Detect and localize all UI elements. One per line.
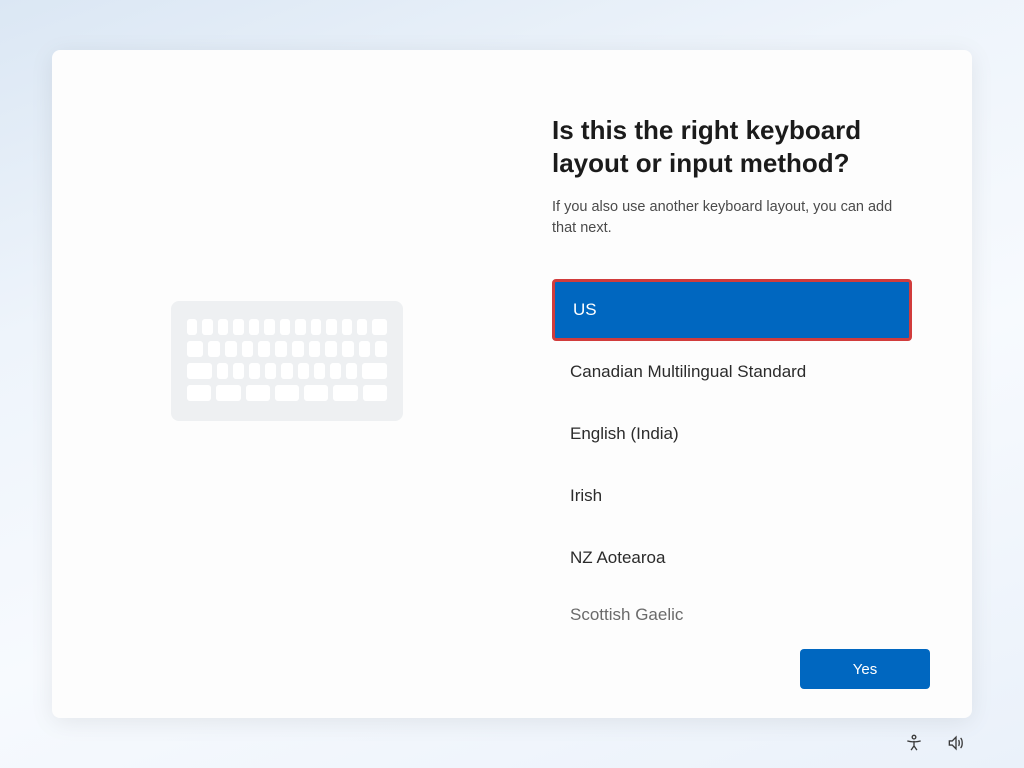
accessibility-icon[interactable] [904, 733, 924, 758]
layout-option[interactable]: Scottish Gaelic [552, 589, 912, 629]
layout-option[interactable]: Canadian Multilingual Standard [552, 341, 912, 403]
keyboard-icon [171, 301, 403, 421]
keyboard-layout-list[interactable]: US Canadian Multilingual Standard Englis… [552, 279, 932, 632]
page-title: Is this the right keyboard layout or inp… [552, 114, 932, 179]
content-row: Is this the right keyboard layout or inp… [52, 50, 972, 632]
oobe-setup-card: Is this the right keyboard layout or inp… [52, 50, 972, 718]
yes-button[interactable]: Yes [800, 649, 930, 689]
taskbar-tray [904, 733, 966, 758]
volume-icon[interactable] [946, 733, 966, 758]
layout-option-us[interactable]: US [552, 279, 912, 341]
layout-option[interactable]: Irish [552, 465, 912, 527]
action-bar: Yes [52, 632, 972, 718]
illustration-pane [52, 50, 522, 632]
layout-option[interactable]: NZ Aotearoa [552, 527, 912, 589]
page-subtitle: If you also use another keyboard layout,… [552, 197, 912, 239]
form-pane: Is this the right keyboard layout or inp… [522, 50, 972, 632]
layout-option[interactable]: English (India) [552, 403, 912, 465]
